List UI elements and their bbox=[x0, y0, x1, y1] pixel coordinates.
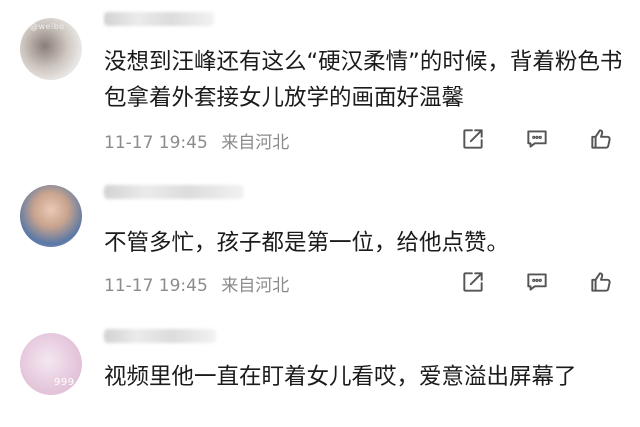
comment-time: 11-17 19:45 bbox=[104, 276, 208, 296]
like-button[interactable] bbox=[586, 267, 616, 297]
comment-text: 没想到汪峰还有这么“硬汉柔情”的时候，背着粉色书包拿着外套接女儿放学的画面好温馨 bbox=[104, 49, 623, 111]
avatar[interactable] bbox=[20, 185, 82, 247]
username-blurred[interactable] bbox=[104, 12, 214, 26]
avatar-watermark: 999 bbox=[54, 377, 75, 388]
share-icon bbox=[463, 272, 483, 292]
avatar[interactable]: 999 bbox=[20, 333, 82, 395]
share-button[interactable] bbox=[458, 267, 488, 297]
reply-button[interactable] bbox=[522, 124, 552, 154]
comment-meta: 11-17 19:45 来自河北 bbox=[104, 271, 297, 296]
comment-item: @weibo 没想到汪峰还有这么“硬汉柔情”的时候，背着粉色书包拿着外套接女儿放… bbox=[0, 0, 640, 160]
comment-icon bbox=[527, 273, 547, 291]
comment-meta: 11-17 19:45 来自河北 bbox=[104, 128, 297, 153]
share-button[interactable] bbox=[458, 124, 488, 154]
username-blurred[interactable] bbox=[104, 329, 216, 343]
reply-button[interactable] bbox=[522, 267, 552, 297]
comment-text: 视频里他一直在盯着女儿看哎，爱意溢出屏幕了 bbox=[104, 364, 577, 390]
comment-location: 来自河北 bbox=[221, 276, 290, 296]
comment-actions bbox=[458, 267, 616, 297]
comment-item: 不管多忙，孩子都是第一位，给他点赞。 11-17 19:45 来自河北 bbox=[0, 165, 640, 310]
comment-text: 不管多忙，孩子都是第一位，给他点赞。 bbox=[104, 230, 510, 256]
comment-location: 来自河北 bbox=[221, 133, 290, 153]
comment-icon bbox=[527, 130, 547, 148]
avatar-watermark: @weibo bbox=[30, 22, 65, 31]
like-icon bbox=[591, 272, 611, 292]
comment-time: 11-17 19:45 bbox=[104, 133, 208, 153]
username-blurred[interactable] bbox=[104, 185, 244, 199]
like-icon bbox=[591, 129, 611, 149]
avatar[interactable]: @weibo bbox=[20, 18, 82, 80]
share-icon bbox=[463, 129, 483, 149]
like-button[interactable] bbox=[586, 124, 616, 154]
comment-item: 999 视频里他一直在盯着女儿看哎，爱意溢出屏幕了 bbox=[0, 315, 640, 427]
comment-actions bbox=[458, 124, 616, 154]
